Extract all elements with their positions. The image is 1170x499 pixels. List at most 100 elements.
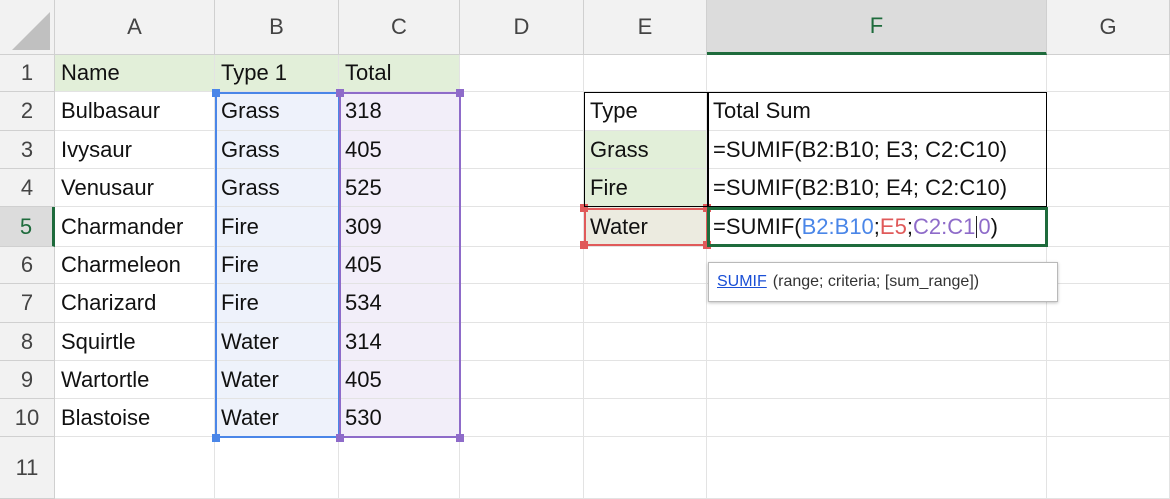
range-handle-e-bottomright[interactable]	[703, 241, 711, 249]
summary-type-cell[interactable]: Fire	[584, 169, 707, 207]
pokemon-name-cell[interactable]: Bulbasaur	[55, 92, 215, 131]
range-handle-e-topleft[interactable]	[580, 204, 588, 212]
row-header-5[interactable]: 5	[0, 207, 55, 247]
pokemon-type-cell[interactable]: Water	[215, 323, 339, 361]
pokemon-total-cell[interactable]: 530	[339, 399, 460, 437]
row-header-10[interactable]: 10	[0, 399, 55, 437]
cell-e6[interactable]	[584, 247, 707, 284]
cell-b11[interactable]	[215, 437, 339, 499]
range-handle-b-bottom[interactable]	[212, 434, 220, 442]
cell-f1[interactable]	[707, 55, 1047, 92]
header-name[interactable]: Name	[55, 55, 215, 92]
row-header-2[interactable]: 2	[0, 92, 55, 131]
summary-type-cell-water[interactable]: Water	[584, 207, 707, 247]
cell-f8[interactable]	[707, 323, 1047, 361]
row-header-7[interactable]: 7	[0, 284, 55, 323]
header-type1[interactable]: Type 1	[215, 55, 339, 92]
column-header-c[interactable]: C	[339, 0, 460, 55]
summary-type-header[interactable]: Type	[584, 92, 707, 131]
pokemon-total-cell[interactable]: 309	[339, 207, 460, 247]
pokemon-total-cell[interactable]: 534	[339, 284, 460, 323]
range-handle-c-topright[interactable]	[456, 89, 464, 97]
summary-formula-cell[interactable]: =SUMIF(B2:B10; E3; C2:C10)	[707, 131, 1047, 169]
cell-g3[interactable]	[1047, 131, 1170, 169]
cell-e7[interactable]	[584, 284, 707, 323]
spreadsheet-grid[interactable]: ABCDEFG 1 2 3 4 5 6 7 8 9 10 11 Name Type 1 Total Bul…	[0, 0, 1170, 499]
summary-type-cell[interactable]: Grass	[584, 131, 707, 169]
pokemon-type-cell[interactable]: Water	[215, 361, 339, 399]
pokemon-total-cell[interactable]: 314	[339, 323, 460, 361]
cell-g2[interactable]	[1047, 92, 1170, 131]
cell-g10[interactable]	[1047, 399, 1170, 437]
cell-g1[interactable]	[1047, 55, 1170, 92]
pokemon-name-cell[interactable]: Venusaur	[55, 169, 215, 207]
row-header-8[interactable]: 8	[0, 323, 55, 361]
cell-g7[interactable]	[1047, 284, 1170, 323]
cell-g4[interactable]	[1047, 169, 1170, 207]
cell-g5[interactable]	[1047, 207, 1170, 247]
pokemon-type-cell[interactable]: Grass	[215, 131, 339, 169]
row-header-6[interactable]: 6	[0, 247, 55, 284]
cell-d7[interactable]	[460, 284, 584, 323]
pokemon-type-cell[interactable]: Grass	[215, 169, 339, 207]
pokemon-total-cell[interactable]: 318	[339, 92, 460, 131]
select-all-corner[interactable]	[0, 0, 55, 55]
cell-g11[interactable]	[1047, 437, 1170, 499]
column-header-f[interactable]: F	[707, 0, 1047, 55]
column-header-g[interactable]: G	[1047, 0, 1170, 55]
column-header-b[interactable]: B	[215, 0, 339, 55]
column-header-d[interactable]: D	[460, 0, 584, 55]
pokemon-type-cell[interactable]: Grass	[215, 92, 339, 131]
cell-d4[interactable]	[460, 169, 584, 207]
pokemon-total-cell[interactable]: 405	[339, 131, 460, 169]
pokemon-name-cell[interactable]: Blastoise	[55, 399, 215, 437]
cell-f9[interactable]	[707, 361, 1047, 399]
cell-f10[interactable]	[707, 399, 1047, 437]
pokemon-name-cell[interactable]: Charizard	[55, 284, 215, 323]
cell-a11[interactable]	[55, 437, 215, 499]
row-header-4[interactable]: 4	[0, 169, 55, 207]
row-header-9[interactable]: 9	[0, 361, 55, 399]
column-header-e[interactable]: E	[584, 0, 707, 55]
pokemon-name-cell[interactable]: Wartortle	[55, 361, 215, 399]
sumif-help-link[interactable]: SUMIF	[717, 273, 767, 291]
range-handle-c-topleft[interactable]	[336, 89, 344, 97]
pokemon-type-cell[interactable]: Fire	[215, 247, 339, 284]
range-handle-e-topright[interactable]	[703, 204, 711, 212]
pokemon-name-cell[interactable]: Squirtle	[55, 323, 215, 361]
cell-g9[interactable]	[1047, 361, 1170, 399]
active-formula-cell[interactable]: =SUMIF(B2:B10; E5; C2:C1 0)	[707, 207, 1047, 247]
pokemon-type-cell[interactable]: Fire	[215, 284, 339, 323]
column-header-a[interactable]: A	[55, 0, 215, 55]
cell-d5[interactable]	[460, 207, 584, 247]
cell-g8[interactable]	[1047, 323, 1170, 361]
range-handle-c-bottomleft[interactable]	[336, 434, 344, 442]
pokemon-type-cell[interactable]: Fire	[215, 207, 339, 247]
pokemon-name-cell[interactable]: Charmeleon	[55, 247, 215, 284]
cell-d6[interactable]	[460, 247, 584, 284]
range-handle-c-bottomright[interactable]	[456, 434, 464, 442]
cell-d2[interactable]	[460, 92, 584, 131]
cell-g6[interactable]	[1047, 247, 1170, 284]
header-total[interactable]: Total	[339, 55, 460, 92]
cell-e10[interactable]	[584, 399, 707, 437]
pokemon-total-cell[interactable]: 525	[339, 169, 460, 207]
cell-c11[interactable]	[339, 437, 460, 499]
cell-f11[interactable]	[707, 437, 1047, 499]
cell-e9[interactable]	[584, 361, 707, 399]
row-header-1[interactable]: 1	[0, 55, 55, 92]
summary-sum-header[interactable]: Total Sum	[707, 92, 1047, 131]
row-header-11[interactable]: 11	[0, 437, 55, 499]
cell-d8[interactable]	[460, 323, 584, 361]
pokemon-name-cell[interactable]: Ivysaur	[55, 131, 215, 169]
cell-d11[interactable]	[460, 437, 584, 499]
row-header-3[interactable]: 3	[0, 131, 55, 169]
pokemon-total-cell[interactable]: 405	[339, 247, 460, 284]
cell-d10[interactable]	[460, 399, 584, 437]
cell-e1[interactable]	[584, 55, 707, 92]
summary-formula-cell[interactable]: =SUMIF(B2:B10; E4; C2:C10)	[707, 169, 1047, 207]
cell-e8[interactable]	[584, 323, 707, 361]
pokemon-name-cell[interactable]: Charmander	[55, 207, 215, 247]
cell-d3[interactable]	[460, 131, 584, 169]
pokemon-total-cell[interactable]: 405	[339, 361, 460, 399]
